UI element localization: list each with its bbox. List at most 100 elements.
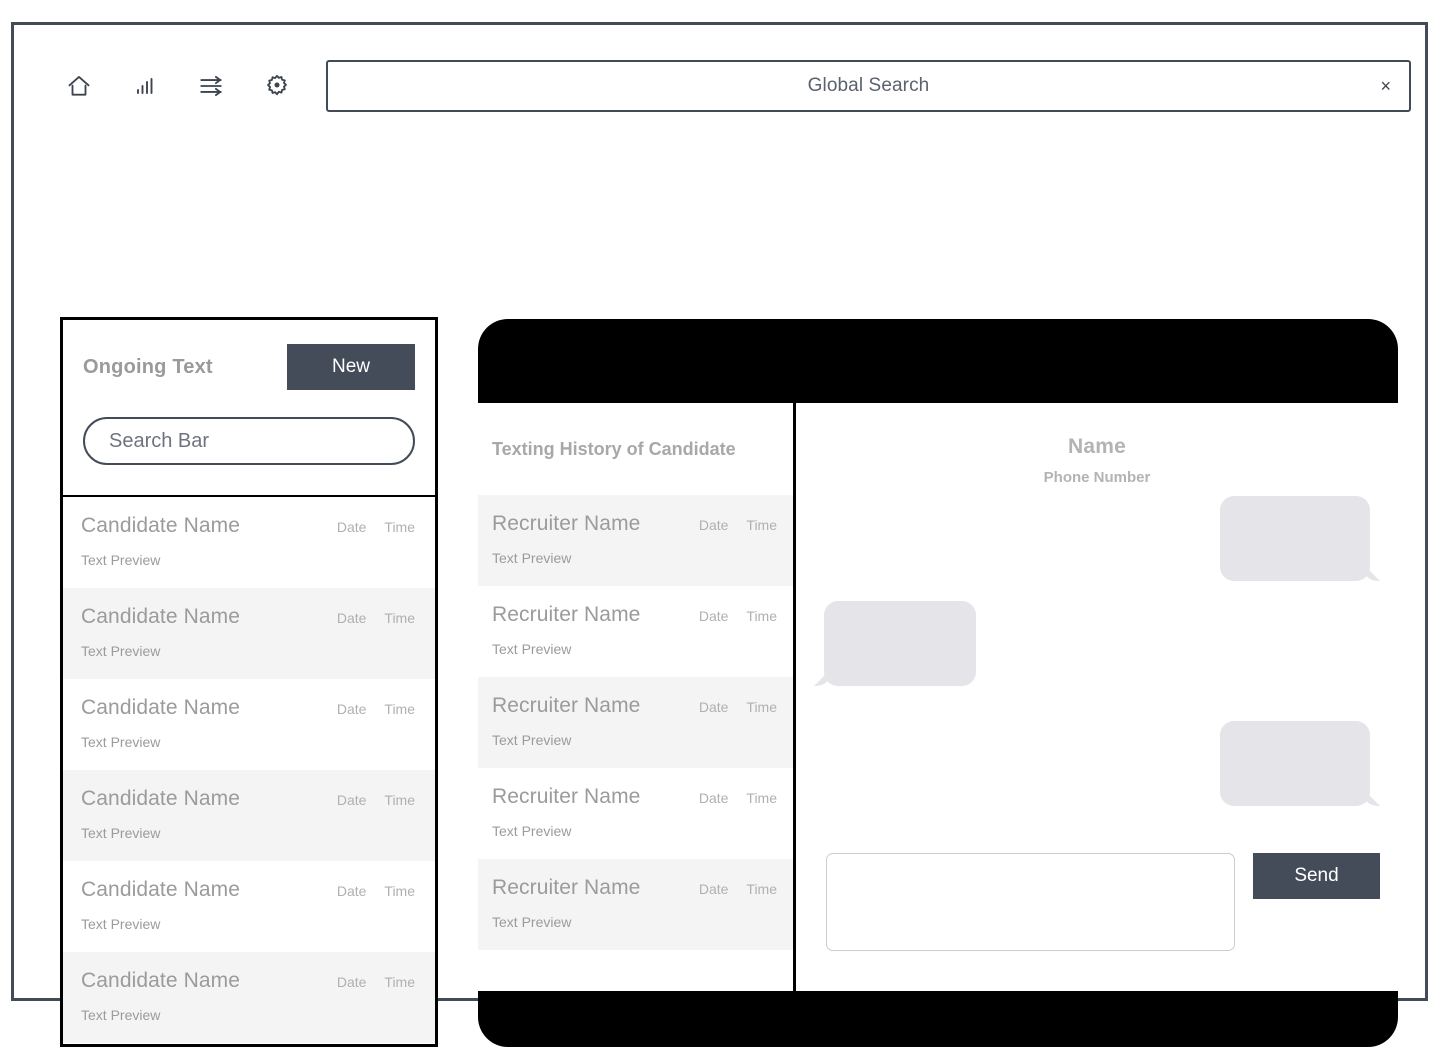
list-item-meta: Date Time [337,974,415,990]
time-label: Time [746,699,777,715]
list-item[interactable]: Candidate Name Date Time Text Preview [63,679,435,770]
time-label: Time [746,790,777,806]
candidate-name: Candidate Name [81,514,240,537]
text-preview: Text Preview [492,641,572,657]
filters-icon[interactable] [194,69,228,103]
texting-history-header: Texting History of Candidate [478,403,793,495]
history-row-meta: Date Time [699,699,777,715]
list-item-top: Candidate Name Date Time [81,605,415,629]
date-label: Date [698,608,729,624]
time-label: Time [746,517,777,533]
candidate-name: Candidate Name [81,605,240,628]
time-label: Time [746,608,777,624]
recruiter-name: Recruiter Name [492,785,641,808]
list-item-top: Candidate Name Date Time [81,969,415,993]
date-label: Date [336,974,367,990]
text-preview: Text Preview [492,823,572,839]
list-item[interactable]: Candidate Name Date Time Text Preview [63,770,435,861]
date-label: Date [698,517,729,533]
list-item[interactable]: Candidate Name Date Time Text Preview [63,952,435,1043]
candidate-name: Candidate Name [81,787,240,810]
top-header-bar: Global Search × [14,25,1425,159]
history-row-top: Recruiter Name Date Time [492,694,777,718]
date-label: Date [336,519,367,535]
candidate-name: Candidate Name [81,969,240,992]
ongoing-text-header: Ongoing Text New Search Bar [63,320,435,497]
date-label: Date [698,699,729,715]
history-row[interactable]: Recruiter Name Date Time Text Preview [478,677,793,768]
list-item[interactable]: Candidate Name Date Time Text Preview [63,497,435,588]
list-item[interactable]: Candidate Name Date Time Text Preview [63,861,435,952]
search-input-placeholder: Search Bar [109,429,210,452]
date-label: Date [336,883,367,899]
text-preview: Text Preview [81,1007,161,1023]
history-row-top: Recruiter Name Date Time [492,603,777,627]
history-row-meta: Date Time [699,608,777,624]
candidate-name: Candidate Name [81,696,240,719]
message-composer: Send [826,853,1380,951]
date-label: Date [336,610,367,626]
send-button[interactable]: Send [1253,853,1380,899]
device-screen: Texting History of Candidate Recruiter N… [478,403,1398,991]
message-input[interactable] [826,853,1235,951]
recruiter-name: Recruiter Name [492,694,641,717]
list-item-meta: Date Time [337,610,415,626]
app-window: Global Search × Ongoing Text New Search … [11,22,1428,1047]
text-preview: Text Preview [492,914,572,930]
history-row-meta: Date Time [699,881,777,897]
history-row[interactable]: Recruiter Name Date Time Text Preview [478,586,793,677]
text-preview: Text Preview [81,916,161,932]
close-icon[interactable]: × [1380,77,1391,95]
contact-name: Name [1068,435,1126,458]
list-item-meta: Date Time [337,519,415,535]
new-button[interactable]: New [287,344,415,390]
date-label: Date [336,792,367,808]
gear-icon[interactable] [260,69,294,103]
global-search-text: Global Search [807,75,930,96]
ongoing-text-panel: Ongoing Text New Search Bar Candidate Na… [60,317,438,1047]
history-row-meta: Date Time [699,517,777,533]
main-body: Ongoing Text New Search Bar Candidate Na… [14,147,1425,1047]
list-item-meta: Date Time [337,701,415,717]
conversation-panel: Name Phone Number Send [796,403,1398,991]
history-row[interactable]: Recruiter Name Date Time Text Preview [478,768,793,859]
list-item[interactable]: Candidate Name Date Time Text Preview [63,588,435,679]
texting-history-title: Texting History of Candidate [492,438,736,459]
text-preview: Text Preview [81,552,161,568]
time-label: Time [384,610,415,626]
history-row-top: Recruiter Name Date Time [492,785,777,809]
ongoing-text-header-row: Ongoing Text New [83,342,415,392]
time-label: Time [746,881,777,897]
recruiter-name: Recruiter Name [492,876,641,899]
recruiter-name: Recruiter Name [492,512,641,535]
history-row[interactable]: Recruiter Name Date Time Text Preview [478,859,793,950]
recruiter-name: Recruiter Name [492,603,641,626]
global-search-input[interactable]: Global Search × [326,60,1411,112]
candidate-list: Candidate Name Date Time Text Preview Ca… [63,497,435,1043]
header-icon-row [62,69,294,103]
history-row[interactable]: Recruiter Name Date Time Text Preview [478,495,793,586]
home-icon[interactable] [62,69,96,103]
date-label: Date [698,881,729,897]
history-row-top: Recruiter Name Date Time [492,876,777,900]
text-preview: Text Preview [81,825,161,841]
bar-chart-icon[interactable] [128,69,162,103]
list-item-top: Candidate Name Date Time [81,787,415,811]
date-label: Date [336,701,367,717]
candidate-name: Candidate Name [81,878,240,901]
list-item-meta: Date Time [337,792,415,808]
message-bubble-outgoing [1220,721,1370,806]
contact-phone: Phone Number [1043,469,1151,486]
text-preview: Text Preview [81,734,161,750]
text-preview: Text Preview [492,550,572,566]
history-row-meta: Date Time [699,790,777,806]
texting-history-panel: Texting History of Candidate Recruiter N… [478,403,796,991]
time-label: Time [384,792,415,808]
text-preview: Text Preview [81,643,161,659]
search-input[interactable]: Search Bar [83,417,415,465]
time-label: Time [384,974,415,990]
list-item-top: Candidate Name Date Time [81,696,415,720]
date-label: Date [698,790,729,806]
panel-title: Ongoing Text [83,355,213,378]
list-item-top: Candidate Name Date Time [81,878,415,902]
